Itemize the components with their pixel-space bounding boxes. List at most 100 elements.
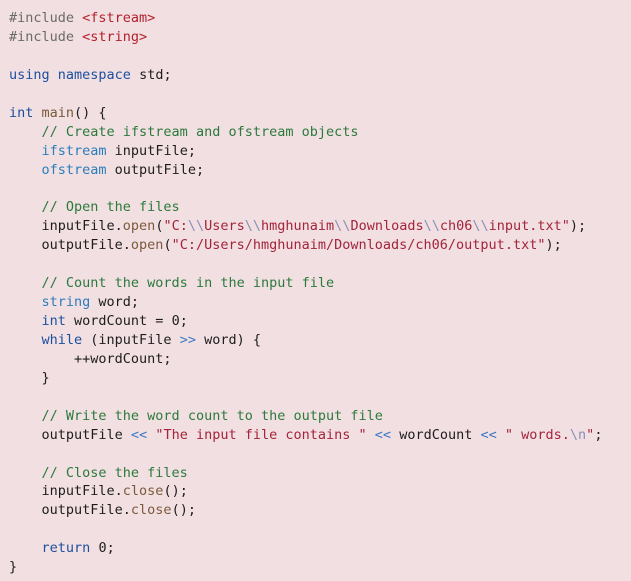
code-line[interactable]: while (inputFile >> word) { bbox=[9, 331, 631, 350]
code-token-string: " words. bbox=[504, 426, 570, 443]
code-line[interactable] bbox=[9, 445, 631, 464]
code-token-escape: \\ bbox=[334, 218, 351, 235]
code-line[interactable] bbox=[9, 388, 631, 407]
code-token-comment: // Create ifstream and ofstream objects bbox=[41, 123, 359, 140]
code-token-preprocessor: #include bbox=[9, 28, 83, 45]
code-token-default: } bbox=[9, 369, 50, 386]
code-line[interactable]: return 0; bbox=[9, 539, 631, 558]
code-token-default: wordCount bbox=[391, 426, 481, 443]
code-token-escape: \\ bbox=[472, 218, 489, 235]
code-token-keyword: using bbox=[9, 66, 50, 83]
code-line[interactable]: int main() { bbox=[9, 104, 631, 123]
code-token-default bbox=[9, 143, 42, 159]
code-line[interactable]: // Close the files bbox=[9, 464, 631, 483]
code-token-type: ifstream bbox=[41, 142, 107, 159]
code-line[interactable]: ifstream inputFile; bbox=[9, 142, 631, 161]
code-token-default bbox=[9, 199, 42, 215]
code-token-preprocessor: #include bbox=[9, 10, 83, 26]
code-token-default: } bbox=[9, 559, 18, 576]
code-token-keyword: return bbox=[41, 540, 91, 557]
code-token-string: ch06 bbox=[439, 218, 473, 235]
code-token-default bbox=[9, 313, 42, 329]
code-token-default: (); bbox=[163, 483, 188, 500]
code-token-keyword: while bbox=[41, 331, 83, 348]
code-token-default: outputFile. bbox=[9, 237, 131, 254]
code-line[interactable]: // Write the word count to the output fi… bbox=[9, 407, 631, 426]
code-token-string: "C: bbox=[163, 218, 188, 235]
code-token-default bbox=[9, 540, 42, 556]
code-line[interactable]: string word; bbox=[9, 293, 631, 312]
code-token-default: outputFile. bbox=[9, 502, 131, 519]
code-token-default: inputFile; bbox=[106, 142, 196, 159]
code-token-string: input.txt" bbox=[488, 218, 570, 235]
code-token-function: main bbox=[41, 104, 75, 121]
code-line[interactable]: // Count the words in the input file bbox=[9, 274, 631, 293]
code-token-default bbox=[9, 275, 42, 291]
code-token-escape: \n bbox=[569, 426, 587, 443]
code-token-escape: \\ bbox=[423, 218, 440, 235]
code-token-default: ; bbox=[106, 540, 115, 557]
code-token-default: inputFile. bbox=[9, 483, 123, 500]
code-token-number: 0 bbox=[171, 313, 180, 329]
code-line[interactable]: inputFile.close(); bbox=[9, 482, 631, 501]
code-line[interactable]: } bbox=[9, 369, 631, 388]
code-token-operator: << bbox=[480, 426, 497, 443]
code-editor[interactable]: #include <fstream> #include <string> usin… bbox=[0, 0, 631, 581]
code-token-number: 0 bbox=[98, 540, 107, 557]
code-line[interactable]: #include <string> bbox=[9, 28, 631, 47]
code-token-escape: \\ bbox=[187, 218, 205, 235]
code-token-keyword: int bbox=[41, 313, 66, 329]
code-token-default: inputFile. bbox=[9, 218, 123, 235]
code-token-function: open bbox=[122, 218, 156, 235]
code-line[interactable]: // Create ifstream and ofstream objects bbox=[9, 123, 631, 142]
code-token-comment: // Close the files bbox=[41, 464, 188, 481]
code-line[interactable]: } bbox=[9, 558, 631, 577]
code-line[interactable]: ofstream outputFile; bbox=[9, 161, 631, 180]
code-line[interactable]: inputFile.open("C:\\Users\\hmghunaim\\Do… bbox=[9, 217, 631, 236]
code-token-default: outputFile; bbox=[106, 161, 205, 178]
code-token-operator: << bbox=[130, 426, 148, 443]
code-token-string: Downloads bbox=[350, 218, 424, 235]
code-token-string: hmghunaim bbox=[261, 218, 335, 235]
code-token-default bbox=[9, 408, 42, 424]
code-line[interactable]: int wordCount = 0; bbox=[9, 312, 631, 331]
code-token-type: ofstream bbox=[41, 161, 107, 178]
code-token-default: ( bbox=[163, 237, 172, 254]
code-line[interactable]: outputFile.open("C:/Users/hmghunaim/Down… bbox=[9, 236, 631, 255]
code-token-include-path: <string> bbox=[82, 28, 148, 45]
code-line[interactable] bbox=[9, 179, 631, 198]
code-line[interactable]: outputFile.close(); bbox=[9, 501, 631, 520]
code-line[interactable]: // Open the files bbox=[9, 198, 631, 217]
code-token-string: "C:/Users/hmghunaim/Downloads/ch06/outpu… bbox=[171, 237, 546, 254]
code-token-default: ); bbox=[569, 218, 587, 235]
code-token-default bbox=[9, 465, 42, 481]
code-token-default: ++wordCount; bbox=[9, 350, 172, 367]
code-token-default: ; bbox=[179, 313, 188, 329]
code-token-operator: >> bbox=[179, 331, 196, 348]
code-token-operator: << bbox=[374, 426, 392, 443]
code-line[interactable]: #include <fstream> bbox=[9, 9, 631, 28]
code-line[interactable]: ++wordCount; bbox=[9, 350, 631, 369]
code-line[interactable] bbox=[9, 85, 631, 104]
code-line[interactable] bbox=[9, 520, 631, 539]
code-token-keyword: int bbox=[9, 104, 34, 121]
code-token-comment: // Write the word count to the output fi… bbox=[41, 407, 383, 424]
code-token-default: () { bbox=[74, 104, 107, 121]
code-line[interactable] bbox=[9, 47, 631, 66]
code-token-default bbox=[497, 427, 505, 443]
code-token-comment: // Open the files bbox=[41, 199, 180, 216]
code-token-default: std; bbox=[130, 66, 172, 83]
code-line[interactable]: using namespace std; bbox=[9, 66, 631, 85]
code-token-default bbox=[50, 67, 58, 83]
code-line[interactable] bbox=[9, 255, 631, 274]
code-token-default: ; bbox=[594, 426, 603, 443]
code-token-include-path: <fstream> bbox=[82, 10, 156, 26]
code-token-default: outputFile bbox=[9, 426, 131, 443]
code-token-string: Users bbox=[204, 218, 245, 235]
code-token-default: word; bbox=[90, 294, 140, 311]
code-token-default: ); bbox=[545, 237, 562, 254]
code-line[interactable]: outputFile << "The input file contains "… bbox=[9, 426, 631, 445]
code-token-escape: \\ bbox=[244, 218, 262, 235]
code-token-default bbox=[9, 294, 42, 310]
code-token-default: (); bbox=[171, 502, 196, 519]
